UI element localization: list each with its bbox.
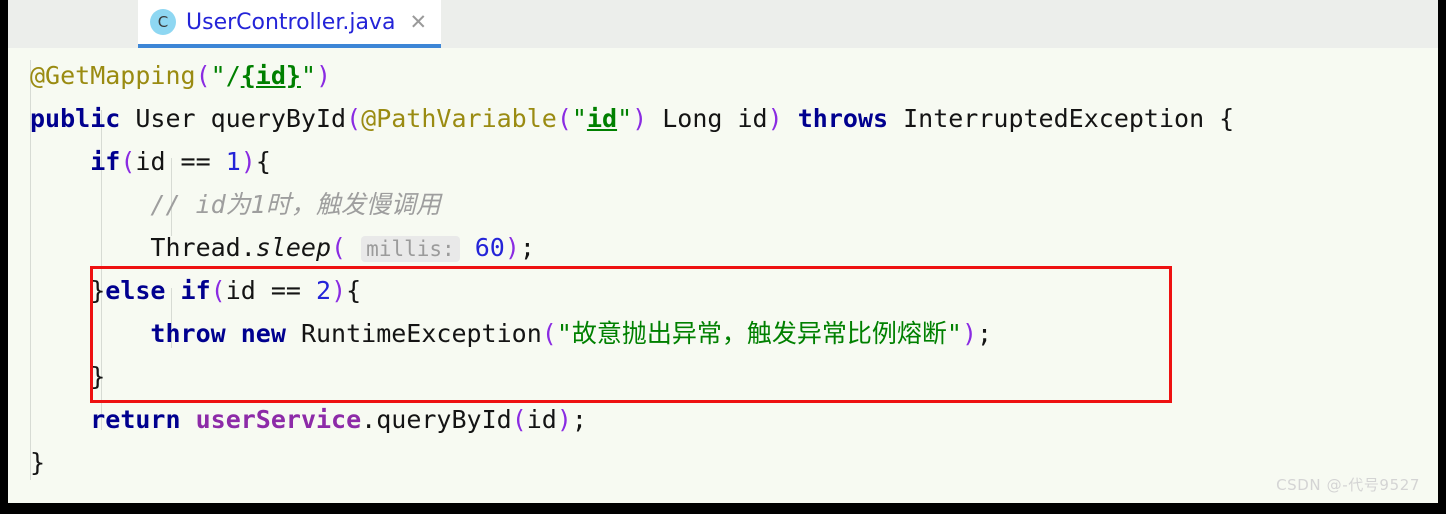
code-token: throws bbox=[797, 104, 889, 133]
code-token: .queryById bbox=[361, 405, 512, 434]
code-token: userService bbox=[195, 405, 362, 434]
code-token: ) bbox=[556, 405, 572, 434]
code-token: id == bbox=[135, 147, 226, 176]
code-line: } bbox=[30, 355, 1234, 398]
code-token: ) bbox=[767, 104, 783, 133]
code-line: } bbox=[30, 441, 1234, 484]
code-token: sleep bbox=[255, 233, 332, 262]
code-token: // id为1时，触发慢调用 bbox=[150, 190, 441, 219]
code-token: ) bbox=[504, 233, 520, 262]
code-token: } bbox=[30, 448, 46, 477]
code-token: @GetMapping bbox=[30, 61, 196, 90]
code-token: throw new bbox=[150, 319, 286, 348]
code-token: } bbox=[30, 276, 106, 305]
code-token: ; bbox=[977, 319, 993, 348]
close-icon[interactable]: ✕ bbox=[409, 11, 427, 33]
code-line: // id为1时，触发慢调用 bbox=[30, 183, 1234, 226]
code-token: public bbox=[30, 104, 121, 133]
code-token: if bbox=[90, 147, 121, 176]
code-token: ( bbox=[346, 104, 362, 133]
code-token: 2 bbox=[316, 276, 332, 305]
code-token: {id} bbox=[240, 61, 301, 90]
code-token: ) bbox=[632, 104, 648, 133]
code-token: } bbox=[30, 362, 106, 391]
code-line: throw new RuntimeException("故意抛出异常，触发异常比… bbox=[30, 312, 1234, 355]
code-token: " bbox=[571, 104, 587, 133]
code-token: else if bbox=[105, 276, 211, 305]
source-code[interactable]: @GetMapping("/{id}") public User queryByI… bbox=[30, 54, 1234, 484]
code-token: ; bbox=[571, 405, 587, 434]
code-token: ( bbox=[331, 233, 347, 262]
code-token: ) bbox=[961, 319, 977, 348]
code-token: ; bbox=[519, 233, 535, 262]
code-token: Thread. bbox=[30, 233, 256, 262]
code-line: }else if(id == 2){ bbox=[30, 269, 1234, 312]
code-token: millis: bbox=[361, 236, 460, 262]
code-token: " bbox=[617, 104, 633, 133]
code-token: ) bbox=[240, 147, 256, 176]
code-token: ( bbox=[210, 276, 226, 305]
code-line: Thread.sleep( millis: 60); bbox=[30, 226, 1234, 269]
code-token: ( bbox=[511, 405, 527, 434]
code-token: User queryById bbox=[120, 104, 347, 133]
code-token: Long id bbox=[647, 104, 768, 133]
editor-tab-usercontroller[interactable]: C UserController.java ✕ bbox=[138, 0, 442, 48]
code-token: 1 bbox=[225, 147, 241, 176]
code-token: id bbox=[586, 104, 618, 133]
code-line: public User queryById(@PathVariable("id"… bbox=[30, 97, 1234, 140]
code-token: ( bbox=[120, 147, 136, 176]
code-editor-pane[interactable]: @GetMapping("/{id}") public User queryByI… bbox=[8, 48, 1438, 503]
code-token: "故意抛出异常，触发异常比例熔断" bbox=[556, 319, 962, 348]
ide-editor-window: C UserController.java ✕ @GetMapping("/{i… bbox=[0, 0, 1446, 514]
code-token: RuntimeException bbox=[285, 319, 542, 348]
editor-tab-strip: C UserController.java ✕ bbox=[8, 0, 1438, 48]
code-token: ( bbox=[195, 61, 211, 90]
code-line: if(id == 1){ bbox=[30, 140, 1234, 183]
code-token: { bbox=[346, 276, 362, 305]
code-token: ) bbox=[316, 61, 332, 90]
code-token: InterruptedException { bbox=[888, 104, 1235, 133]
code-token: @PathVariable bbox=[361, 104, 557, 133]
code-token: ) bbox=[331, 276, 347, 305]
code-token: return bbox=[90, 405, 181, 434]
code-token: id bbox=[526, 405, 557, 434]
code-token: ( bbox=[541, 319, 557, 348]
java-class-icon: C bbox=[150, 9, 176, 35]
code-token: "/ bbox=[210, 61, 241, 90]
code-line: return userService.queryById(id); bbox=[30, 398, 1234, 441]
code-token: " bbox=[300, 61, 317, 90]
code-token: id == bbox=[225, 276, 316, 305]
editor-tab-label: UserController.java bbox=[186, 9, 396, 35]
code-token: 60 bbox=[474, 233, 505, 262]
code-line: @GetMapping("/{id}") bbox=[30, 54, 1234, 97]
code-token: { bbox=[255, 147, 271, 176]
watermark: CSDN @-代号9527 bbox=[1276, 476, 1420, 494]
code-token: ( bbox=[556, 104, 572, 133]
